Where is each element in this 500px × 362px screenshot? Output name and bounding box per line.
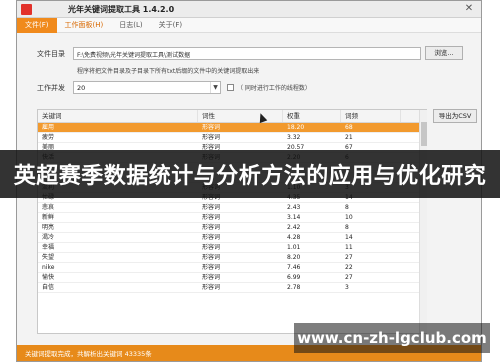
thread-checkbox[interactable]: [227, 84, 234, 91]
cell-pos: 形容词: [202, 254, 221, 261]
menu-about[interactable]: 关于(F): [151, 18, 191, 33]
cell-weight: 1.01: [287, 244, 301, 251]
concurrency-label: 工作并发: [37, 83, 65, 92]
cell-weight: 2.43: [287, 204, 301, 211]
dir-row: 文件目录: [37, 47, 77, 60]
cell-weight: 8.20: [287, 254, 301, 261]
cell-frequency: 22: [345, 264, 353, 271]
keyword-table: 关键词 词性 权重 词频 雇用 形容词 18.20 68 疲劳 形容词 3.32 21 美丽 形容…: [37, 109, 427, 334]
concurrency-row: 工作并发: [37, 81, 77, 94]
cell-keyword: 雇用: [42, 124, 55, 131]
cell-pos: 形容词: [202, 134, 221, 141]
table-row[interactable]: 疲劳 形容词 3.32 21: [38, 133, 426, 143]
table-row[interactable]: 新鲜 形容词 3.14 10: [38, 213, 426, 223]
menu-file[interactable]: 文件(F): [17, 17, 57, 33]
window-title: 光年关键词提取工具 1.4.2.0: [68, 4, 175, 14]
chevron-down-icon[interactable]: ▼: [210, 82, 220, 93]
table-row[interactable]: nike 形容词 7.46 22: [38, 263, 426, 273]
cell-frequency: 68: [345, 124, 353, 131]
table-row[interactable]: 渴冷 形容词 4.28 14: [38, 233, 426, 243]
thread-checkbox-label: （ 同时进行工作的线程数）: [237, 85, 311, 92]
watermark: www.cn-zh-lgclub.com: [294, 323, 490, 353]
cell-pos: 形容词: [202, 204, 221, 211]
cell-frequency: 14: [345, 234, 353, 241]
dir-path-field[interactable]: F:\免费视频\光年关键词提取工具\测试数据: [73, 47, 421, 60]
cell-pos: 形容词: [202, 284, 221, 291]
cell-weight: 2.78: [287, 284, 301, 291]
concurrency-value: 20: [77, 84, 86, 92]
watermark-text: www.cn-zh-lgclub.com: [297, 329, 487, 347]
cell-frequency: 8: [345, 224, 349, 231]
title-bar: 光年关键词提取工具 1.4.2.0 ✕: [17, 1, 481, 18]
col-keyword[interactable]: 关键词: [38, 110, 198, 122]
cell-weight: 6.99: [287, 274, 301, 281]
table-scrollbar[interactable]: [419, 110, 427, 333]
col-pos[interactable]: 词性: [198, 110, 283, 122]
cell-frequency: 21: [345, 134, 353, 141]
cell-pos: 形容词: [202, 224, 221, 231]
table-row[interactable]: 愉快 形容词 6.99 27: [38, 273, 426, 283]
col-weight[interactable]: 权重: [283, 110, 341, 122]
cell-keyword: 悲哀: [42, 204, 55, 211]
cell-keyword: nike: [42, 264, 55, 271]
concurrency-select[interactable]: 20 ▼: [73, 81, 221, 94]
app-logo-icon: [21, 3, 32, 15]
cell-keyword: 渴冷: [42, 234, 55, 241]
cell-weight: 3.32: [287, 134, 301, 141]
export-csv-button[interactable]: 导出为CSV: [433, 109, 477, 123]
cell-frequency: 3: [345, 284, 349, 291]
menu-work-panel[interactable]: 工作面板(H): [57, 18, 112, 33]
col-frequency[interactable]: 词频: [341, 110, 401, 122]
cell-pos: 形容词: [202, 124, 221, 131]
table-row[interactable]: 明亮 形容词 2.42 8: [38, 223, 426, 233]
cell-pos: 形容词: [202, 264, 221, 271]
cell-frequency: 8: [345, 204, 349, 211]
cell-keyword: 失望: [42, 254, 55, 261]
table-row[interactable]: 失望 形容词 8.20 27: [38, 253, 426, 263]
menu-bar: 文件(F) 工作面板(H) 日志(L) 关于(F): [17, 17, 481, 33]
table-row[interactable]: 自信 形容词 2.78 3: [38, 283, 426, 293]
cell-keyword: 明亮: [42, 224, 55, 231]
cell-weight: 18.20: [287, 124, 305, 131]
scrollbar-thumb[interactable]: [421, 122, 427, 146]
cell-pos: 形容词: [202, 234, 221, 241]
dir-hint: 程序将把文件目录及子目录下所有txt后缀的文件中的关键词提取出来: [77, 68, 260, 75]
table-row[interactable]: 雇用 形容词 18.20 68: [38, 123, 426, 133]
cell-keyword: 自信: [42, 284, 55, 291]
menu-log[interactable]: 日志(L): [111, 18, 150, 33]
cell-weight: 2.42: [287, 224, 301, 231]
table-header: 关键词 词性 权重 词频: [38, 110, 426, 123]
cell-keyword: 愉快: [42, 274, 55, 281]
browse-button[interactable]: 浏览...: [425, 46, 463, 60]
cell-frequency: 27: [345, 274, 353, 281]
cell-pos: 形容词: [202, 274, 221, 281]
cell-weight: 4.28: [287, 234, 301, 241]
table-row[interactable]: 幸福 形容词 1.01 11: [38, 243, 426, 253]
cell-frequency: 10: [345, 214, 353, 221]
cell-keyword: 幸福: [42, 244, 55, 251]
table-body: 雇用形容词18.2068疲劳形容词3.3221美丽形容词20.5767快活形容词…: [38, 123, 426, 293]
headline-text: 英超赛季数据统计与分析方法的应用与优化研究: [13, 164, 487, 189]
table-row[interactable]: 悲哀 形容词 2.43 8: [38, 203, 426, 213]
cell-weight: 7.46: [287, 264, 301, 271]
cell-frequency: 11: [345, 244, 353, 251]
dir-label: 文件目录: [37, 49, 65, 58]
headline-banner: 英超赛季数据统计与分析方法的应用与优化研究: [0, 150, 500, 198]
cell-pos: 形容词: [202, 244, 221, 251]
cell-keyword: 新鲜: [42, 214, 55, 221]
cell-weight: 3.14: [287, 214, 301, 221]
cell-frequency: 27: [345, 254, 353, 261]
cell-keyword: 疲劳: [42, 134, 55, 141]
cell-pos: 形容词: [202, 214, 221, 221]
close-icon[interactable]: ✕: [463, 3, 475, 15]
